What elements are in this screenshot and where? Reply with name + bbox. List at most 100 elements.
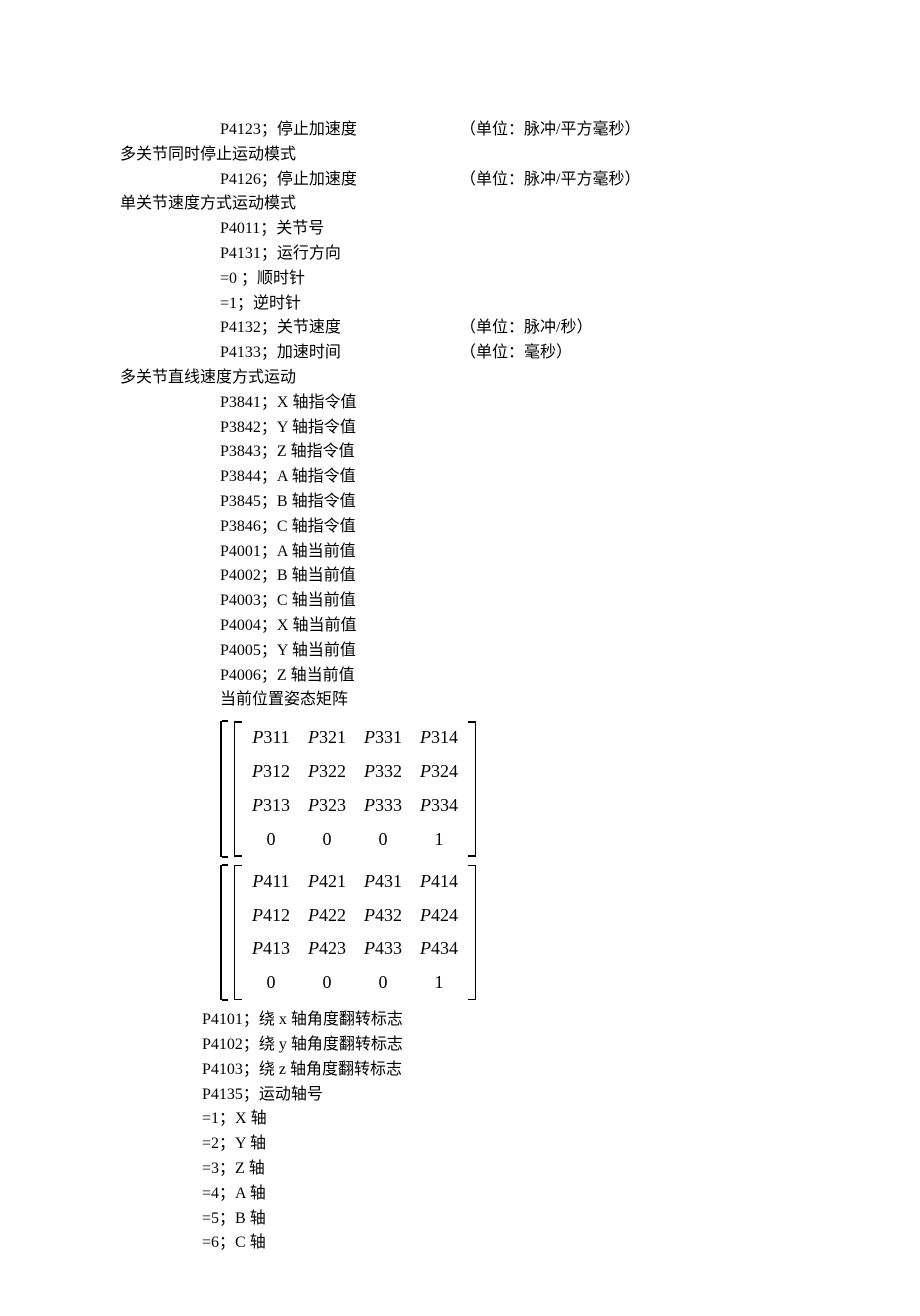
text-line: P4101；绕 x 轴角度翻转标志 <box>120 1008 800 1033</box>
text-line: P4102；绕 y 轴角度翻转标志 <box>120 1033 800 1058</box>
text-line: P4131；运行方向 <box>120 242 800 267</box>
matrix-cell: P421 <box>299 865 355 899</box>
text-line: P4002；B 轴当前值 <box>120 564 800 589</box>
param-block-1: P4123；停止加速度（单位：脉冲/平方毫秒）多关节同时停止运动模式P4126；… <box>120 118 800 713</box>
param-text: =5；B 轴 <box>202 1207 442 1232</box>
text-line: P4011；关节号 <box>120 217 800 242</box>
matrix-cell: 0 <box>355 823 411 857</box>
param-text: P3841；X 轴指令值 <box>220 391 460 416</box>
text-line: P4005；Y 轴当前值 <box>120 639 800 664</box>
param-text: P4006；Z 轴当前值 <box>220 664 460 689</box>
text-line: P3842；Y 轴指令值 <box>120 416 800 441</box>
matrix-cell: P332 <box>355 755 411 789</box>
matrix-cell: 0 <box>299 823 355 857</box>
param-text: 当前位置姿态矩阵 <box>220 688 460 713</box>
param-text: P4005；Y 轴当前值 <box>220 639 460 664</box>
param-text: =6；C 轴 <box>202 1231 442 1256</box>
param-text: P4004；X 轴当前值 <box>220 614 460 639</box>
matrix-cell: P433 <box>355 932 411 966</box>
param-text: =3；Z 轴 <box>202 1157 442 1182</box>
matrix-cell: P312 <box>243 755 299 789</box>
param-text: =1；X 轴 <box>202 1107 442 1132</box>
param-text: =1；逆时针 <box>220 292 460 317</box>
param-text: =4；A 轴 <box>202 1182 442 1207</box>
text-line: P4003；C 轴当前值 <box>120 589 800 614</box>
matrix-cell: P313 <box>243 789 299 823</box>
unit-text: （单位：脉冲/平方毫秒） <box>460 118 640 143</box>
matrix-cell: 0 <box>243 823 299 857</box>
text-line: P4006；Z 轴当前值 <box>120 664 800 689</box>
text-line: 多关节同时停止运动模式 <box>120 143 800 168</box>
text-line: P3844；A 轴指令值 <box>120 465 800 490</box>
text-line: P4133；加速时间（单位：毫秒） <box>120 341 800 366</box>
param-block-2: P4101；绕 x 轴角度翻转标志P4102；绕 y 轴角度翻转标志P4103；… <box>120 1008 800 1256</box>
matrix-cell: 0 <box>355 966 411 1000</box>
text-line: P4004；X 轴当前值 <box>120 614 800 639</box>
text-line: =1；逆时针 <box>120 292 800 317</box>
param-text: P4123；停止加速度 <box>220 118 460 143</box>
matrix-cell: P333 <box>355 789 411 823</box>
matrix-cell: P322 <box>299 755 355 789</box>
matrix-cell: 1 <box>411 966 467 1000</box>
param-text: P4135；运动轴号 <box>202 1083 442 1108</box>
param-text: 多关节同时停止运动模式 <box>120 143 360 168</box>
matrix-cell: 0 <box>243 966 299 1000</box>
matrix-cell: P324 <box>411 755 467 789</box>
param-text: P3845；B 轴指令值 <box>220 490 460 515</box>
text-line: =0 ；顺时针 <box>120 267 800 292</box>
param-text: P4002；B 轴当前值 <box>220 564 460 589</box>
param-text: 单关节速度方式运动模式 <box>120 192 360 217</box>
matrix-cell: P422 <box>299 899 355 933</box>
param-text: P4126；停止加速度 <box>220 168 460 193</box>
param-text: P3844；A 轴指令值 <box>220 465 460 490</box>
text-line: P3841；X 轴指令值 <box>120 391 800 416</box>
text-line: =2；Y 轴 <box>120 1132 800 1157</box>
matrix-cell: P323 <box>299 789 355 823</box>
param-text: 多关节直线速度方式运动 <box>120 366 360 391</box>
matrix-cell: 1 <box>411 823 467 857</box>
matrix-cell: P414 <box>411 865 467 899</box>
param-text: P4001；A 轴当前值 <box>220 540 460 565</box>
unit-text: （单位：毫秒） <box>460 341 572 366</box>
matrix-cell: P321 <box>299 721 355 755</box>
text-line: P4123；停止加速度（单位：脉冲/平方毫秒） <box>120 118 800 143</box>
param-text: P4011；关节号 <box>220 217 460 242</box>
matrix-cell: P423 <box>299 932 355 966</box>
matrix-cell: P432 <box>355 899 411 933</box>
text-line: P4103；绕 z 轴角度翻转标志 <box>120 1058 800 1083</box>
text-line: =5；B 轴 <box>120 1207 800 1232</box>
text-line: P3846；C 轴指令值 <box>120 515 800 540</box>
unit-text: （单位：脉冲/平方毫秒） <box>460 168 640 193</box>
param-text: =0 ；顺时针 <box>220 267 460 292</box>
param-text: P4102；绕 y 轴角度翻转标志 <box>202 1033 442 1058</box>
param-text: P3842；Y 轴指令值 <box>220 416 460 441</box>
matrix-cell: P412 <box>243 899 299 933</box>
matrix-cell: P334 <box>411 789 467 823</box>
text-line: 当前位置姿态矩阵 <box>120 688 800 713</box>
param-text: P4103；绕 z 轴角度翻转标志 <box>202 1058 442 1083</box>
text-line: =1；X 轴 <box>120 1107 800 1132</box>
param-text: P4133；加速时间 <box>220 341 460 366</box>
param-text: P3843；Z 轴指令值 <box>220 440 460 465</box>
matrix-cell: P331 <box>355 721 411 755</box>
text-line: 单关节速度方式运动模式 <box>120 192 800 217</box>
text-line: P4132；关节速度（单位：脉冲/秒） <box>120 316 800 341</box>
text-line: P3845；B 轴指令值 <box>120 490 800 515</box>
matrix-cell: P311 <box>243 721 299 755</box>
text-line: P4126；停止加速度（单位：脉冲/平方毫秒） <box>120 168 800 193</box>
param-text: P3846；C 轴指令值 <box>220 515 460 540</box>
param-text: P4101；绕 x 轴角度翻转标志 <box>202 1008 442 1033</box>
matrix-cell: 0 <box>299 966 355 1000</box>
matrix-cell: P314 <box>411 721 467 755</box>
pose-matrix-2: P411P421P431P414P412P422P432P424P413P423… <box>220 865 800 1001</box>
text-line: P4001；A 轴当前值 <box>120 540 800 565</box>
document-page: P4123；停止加速度（单位：脉冲/平方毫秒）多关节同时停止运动模式P4126；… <box>0 0 920 1316</box>
text-line: P3843；Z 轴指令值 <box>120 440 800 465</box>
matrix-cell: P434 <box>411 932 467 966</box>
matrix-cell: P424 <box>411 899 467 933</box>
matrix-cell: P413 <box>243 932 299 966</box>
text-line: P4135；运动轴号 <box>120 1083 800 1108</box>
param-text: P4132；关节速度 <box>220 316 460 341</box>
matrix-cell: P431 <box>355 865 411 899</box>
unit-text: （单位：脉冲/秒） <box>460 316 592 341</box>
